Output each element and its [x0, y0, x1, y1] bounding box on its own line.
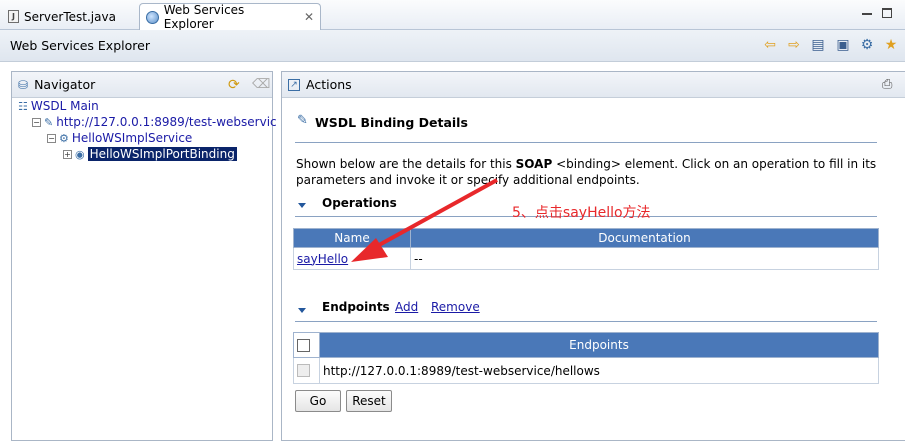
annotation-text: 5、点击sayHello方法: [512, 205, 651, 221]
annotation-arrow: [351, 178, 498, 262]
arrow-shaft: [369, 178, 498, 252]
